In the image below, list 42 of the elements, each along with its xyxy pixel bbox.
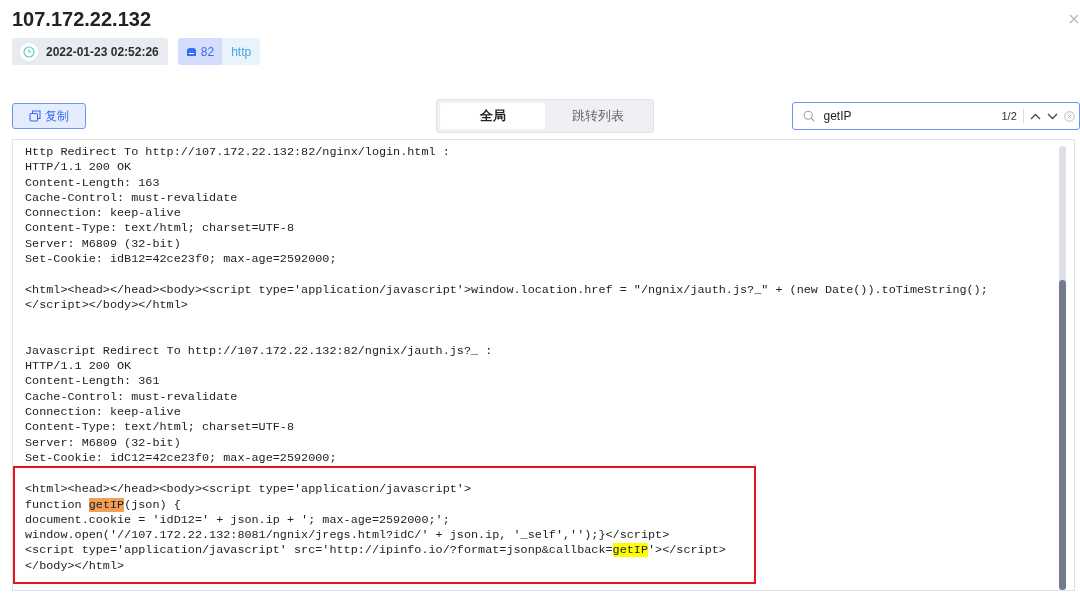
code-line: Content-Length: 163 (25, 175, 161, 191)
code-line: <script type='application/javascript' src='http://ipinfo.io/?format=jsonp&callback=getIP'></script> (25, 543, 727, 559)
close-icon[interactable] (1069, 14, 1079, 24)
tab[interactable]: 跳转列表 (545, 103, 651, 129)
timestamp-text: 2022-01-23 02:52:26 (46, 44, 159, 59)
search-icon (803, 110, 816, 122)
code-line: <html><head></head><body><script type='application/javascript'> (25, 482, 472, 498)
host-title: 107.172.22.132 (12, 7, 152, 32)
code-line: </script></body></html> (25, 297, 189, 314)
caret-up-icon[interactable] (1029, 112, 1041, 120)
code-line: HTTP/1.1 200 OK (25, 359, 133, 375)
code-line: </body></html> (25, 558, 126, 574)
caret-down-icon[interactable] (1046, 112, 1058, 120)
code-line: Connection: keep-alive (25, 405, 182, 421)
code-line: HTTP/1.1 200 OK (25, 160, 133, 176)
protocol-tag: http (222, 38, 261, 65)
clear-icon[interactable] (1063, 110, 1075, 122)
copy-icon (29, 110, 42, 122)
code-line: Set-Cookie: idB12=42ce23f0; max-age=2592000; (25, 252, 338, 268)
code-line: window.open('//107.172.22.132:8081/ngnix/jregs.html?idC/' + json.ip, '_self','');}</script> (25, 528, 671, 544)
code-line: <html><head></head><body><script type='application/javascript'>window.location.href = "/ngnix/jauth.js?_" + (new Date()).toTimeString(); (25, 282, 989, 298)
code-line: Javascript Redirect To http://107.172.22.132:82/ngnix/jauth.js?_ : (25, 343, 494, 360)
code-line: Cache-Control: must-revalidate (25, 190, 239, 207)
server-icon (185, 47, 197, 56)
code-line: function getIP(json) { (25, 497, 182, 513)
code-line: Server: M6809 (32-bit) (25, 236, 182, 253)
search-bar[interactable]: getIP 1/2 (792, 102, 1080, 130)
code-line: Connection: keep-alive (25, 206, 182, 222)
code-line: Set-Cookie: idC12=42ce23f0; max-age=2592000; (25, 450, 338, 467)
port-number: 82 (200, 44, 215, 59)
tab[interactable]: 全局 (440, 103, 546, 129)
match-count: 1/2 (1001, 110, 1017, 122)
scrollbar-thumb[interactable] (1059, 280, 1066, 590)
code-line: Content-Type: text/html; charset=UTF-8 (25, 420, 295, 436)
code-line: Server: M6809 (32-bit) (25, 435, 182, 451)
copy-button[interactable]: 复制 (12, 103, 87, 129)
code-line: document.cookie = 'idD12=' + json.ip + '; max-age=2592000;'; (25, 512, 451, 529)
code-line: Content-Type: text/html; charset=UTF-8 (25, 221, 295, 237)
code-line: Cache-Control: must-revalidate (25, 389, 239, 406)
code-line: Http Redirect To http://107.172.22.132:82/nginx/login.html : (25, 145, 451, 161)
code-line: Content-Length: 361 (25, 374, 161, 390)
clock-icon (23, 45, 35, 58)
